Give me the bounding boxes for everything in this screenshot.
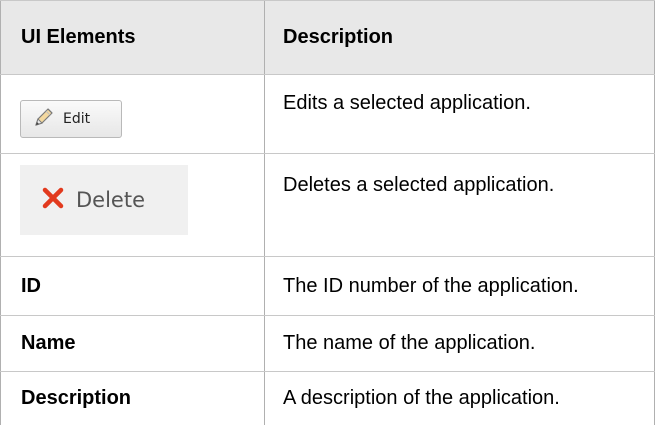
- delete-button[interactable]: Delete: [20, 165, 188, 235]
- red-x-icon: [42, 187, 64, 214]
- ui-elements-table: UI Elements Description Edit Edits a sel…: [0, 0, 665, 425]
- row-divider: [0, 256, 655, 257]
- delete-description: Deletes a selected application.: [283, 174, 555, 196]
- name-description: The name of the application.: [283, 332, 536, 354]
- header-description: Description: [283, 26, 394, 48]
- table-border-right: [654, 0, 655, 425]
- delete-button-label: Delete: [76, 188, 145, 212]
- edit-button[interactable]: Edit: [20, 100, 122, 138]
- row-divider: [0, 153, 655, 154]
- row-divider: [0, 371, 655, 372]
- edit-description: Edits a selected application.: [283, 92, 531, 114]
- description-description: A description of the application.: [283, 387, 560, 409]
- header-ui-elements: UI Elements: [21, 26, 136, 48]
- row-divider: [0, 0, 655, 1]
- edit-button-label: Edit: [63, 111, 91, 127]
- row-divider: [0, 315, 655, 316]
- name-label: Name: [21, 332, 76, 354]
- row-divider: [0, 74, 655, 75]
- pencil-icon: [33, 106, 55, 133]
- description-label: Description: [21, 387, 132, 409]
- column-divider: [264, 0, 265, 425]
- id-description: The ID number of the application.: [283, 275, 579, 297]
- id-label: ID: [21, 275, 41, 297]
- table-border-left: [0, 0, 1, 425]
